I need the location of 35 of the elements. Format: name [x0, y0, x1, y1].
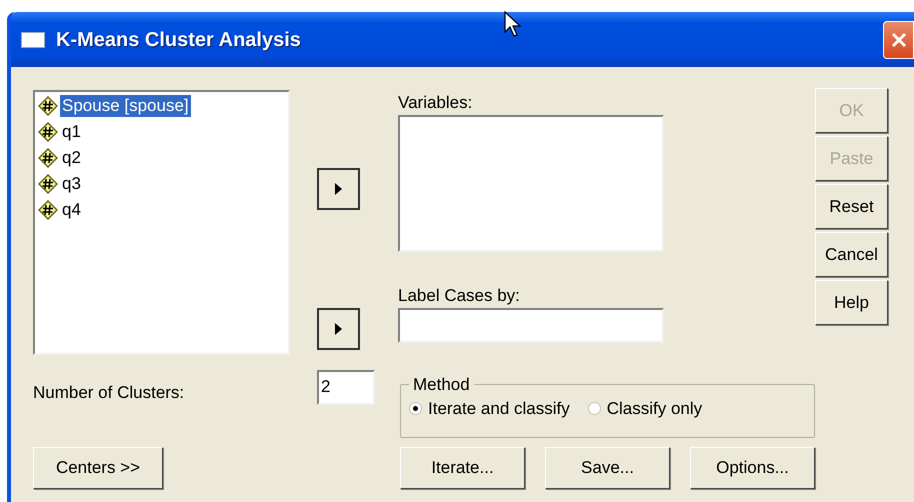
numeric-variable-icon	[38, 148, 58, 168]
numeric-variable-icon	[38, 200, 58, 220]
dialog-button[interactable]: Centers >>	[33, 447, 163, 489]
numeric-variable-icon	[38, 96, 58, 116]
dialog-button[interactable]: Save...	[545, 447, 670, 489]
dialog-button[interactable]: Reset	[815, 184, 888, 229]
variable-list-item[interactable]: q4	[60, 199, 83, 221]
method-title: Method	[412, 374, 471, 396]
right-arrow-icon	[335, 323, 342, 335]
variable-list-item[interactable]: q2	[60, 147, 83, 169]
variable-list-item[interactable]: q1	[60, 121, 83, 143]
clusters-label: Number of Clusters:	[33, 382, 186, 402]
dialog-button[interactable]: Iterate...	[400, 447, 525, 489]
move-button[interactable]	[317, 168, 360, 210]
numeric-variable-icon	[38, 174, 58, 194]
variable-list-item[interactable]: Spouse [spouse]	[60, 95, 191, 117]
window-title: K-Means Cluster Analysis	[56, 28, 301, 52]
variables-list[interactable]	[398, 115, 664, 252]
right-arrow-icon	[335, 183, 342, 195]
label-cases-field[interactable]	[398, 308, 664, 343]
window-icon	[21, 32, 45, 48]
clusters-field[interactable]: 2	[317, 370, 375, 405]
method-radio[interactable]: Classify only	[588, 396, 702, 421]
close-button[interactable]	[883, 20, 914, 58]
variables-label: Variables:	[398, 92, 474, 114]
close-icon	[890, 32, 906, 48]
dialog-button[interactable]: Options...	[690, 447, 815, 489]
variable-list-item[interactable]: q3	[60, 173, 83, 195]
dialog-button[interactable]: Cancel	[815, 232, 888, 277]
method-radio[interactable]: Iterate and classify	[409, 396, 570, 421]
dialog-button[interactable]: Help	[815, 280, 888, 325]
label-cases-label: Label Cases by:	[398, 285, 521, 307]
mouse-pointer-icon	[504, 11, 522, 38]
move-button[interactable]	[317, 308, 360, 350]
numeric-variable-icon	[38, 122, 58, 142]
